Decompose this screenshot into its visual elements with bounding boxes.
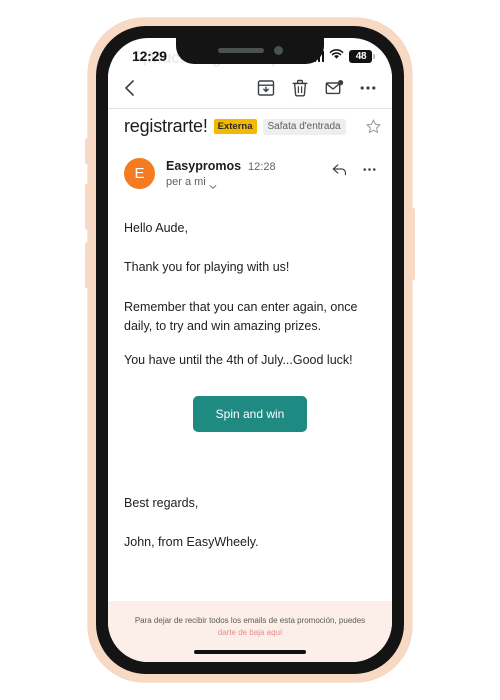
power-button[interactable] (411, 208, 415, 280)
sender-row: E Easypromos 12:28 per a mi (108, 146, 392, 189)
battery-indicator: 48 (349, 49, 375, 63)
mark-unread-icon[interactable] (324, 78, 344, 98)
chevron-down-icon[interactable] (209, 178, 217, 189)
email-paragraph-1: Thank you for playing with us! (124, 260, 290, 275)
trash-icon[interactable] (290, 78, 310, 98)
sender-name: Easypromos (166, 159, 242, 173)
email-greeting: Hello Aude, (124, 221, 188, 235)
subject-row: registrarte! Externa Safata d'entrada (108, 109, 392, 146)
spin-and-win-button[interactable]: Spin and win (192, 395, 308, 432)
back-chevron-icon[interactable] (120, 77, 140, 99)
page-title: registrarte! (124, 116, 208, 136)
email-body: Hello Aude, Thank you for playing with u… (108, 189, 392, 553)
phone-device-frame: 12:29 48 ¡Muchas gracia (85, 18, 415, 682)
phone-screen: 12:29 48 ¡Muchas gracia (108, 38, 392, 662)
unsubscribe-text: Para dejar de recibir todos los emails d… (134, 616, 366, 626)
mute-switch[interactable] (85, 138, 89, 164)
volume-down-button[interactable] (85, 242, 89, 288)
status-time: 12:29 (132, 48, 167, 64)
sender-meta: Easypromos 12:28 per a mi (166, 158, 276, 189)
phone-bezel: 12:29 48 ¡Muchas gracia (96, 26, 404, 674)
email-paragraph-3: You have until the 4th of July...Good lu… (124, 352, 353, 367)
recipient-label: per a mi (166, 176, 206, 188)
email-sign-off: Best regards, (124, 495, 199, 510)
email-toolbar (108, 68, 392, 108)
folder-label: Safata d'entrada (262, 118, 346, 135)
message-more-options-icon[interactable] (361, 161, 378, 178)
volume-up-button[interactable] (85, 184, 89, 230)
avatar[interactable]: E (124, 158, 155, 189)
unsubscribe-link[interactable]: darte de baja aquí (124, 628, 376, 637)
star-outline-icon[interactable] (365, 118, 382, 135)
email-signature: John, from EasyWheely. (124, 535, 259, 550)
cta-container: Spin and win (124, 395, 376, 432)
email-footer: Para dejar de recibir todos los emails d… (108, 601, 392, 662)
home-indicator[interactable] (194, 650, 306, 654)
toolbar-divider (108, 108, 392, 109)
external-badge: Externa (213, 119, 257, 134)
email-signature-block: Best regards, John, from EasyWheely. (124, 432, 376, 553)
more-options-icon[interactable] (358, 78, 378, 98)
message-actions (331, 158, 378, 178)
archive-icon[interactable] (256, 78, 276, 98)
email-paragraph-2: Remember that you can enter again, once … (124, 299, 358, 334)
device-notch (176, 38, 324, 64)
message-timestamp: 12:28 (248, 161, 276, 173)
wifi-icon (329, 47, 344, 65)
earpiece-speaker (217, 48, 264, 53)
toolbar-actions (256, 78, 378, 98)
sender-name-line: Easypromos 12:28 (166, 159, 276, 173)
front-camera (273, 46, 283, 55)
reply-arrow-icon[interactable] (331, 161, 348, 178)
recipient-line[interactable]: per a mi (166, 176, 276, 189)
